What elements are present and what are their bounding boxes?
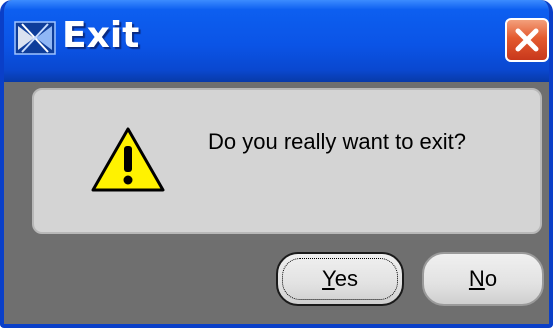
warning-icon [91, 127, 165, 192]
no-label-rest: o [484, 266, 498, 291]
window-title: Exit [62, 15, 140, 56]
message-text: Do you really want to exit? [208, 129, 467, 154]
yes-mnemonic: Y [322, 266, 335, 291]
title-bar[interactable]: Exit [4, 0, 549, 82]
no-label: No [469, 266, 497, 292]
yes-label: Yes [322, 266, 358, 292]
yes-button[interactable]: Yes [276, 252, 404, 306]
close-button[interactable] [505, 18, 549, 62]
close-icon [515, 28, 539, 52]
message-panel: Do you really want to exit? [32, 88, 542, 234]
no-button[interactable]: No [422, 252, 544, 306]
exit-dialog: Exit Do you really want to exit? Yes No [0, 0, 553, 328]
no-mnemonic: N [468, 266, 485, 291]
app-icon [14, 21, 56, 55]
yes-label-rest: es [334, 266, 358, 291]
